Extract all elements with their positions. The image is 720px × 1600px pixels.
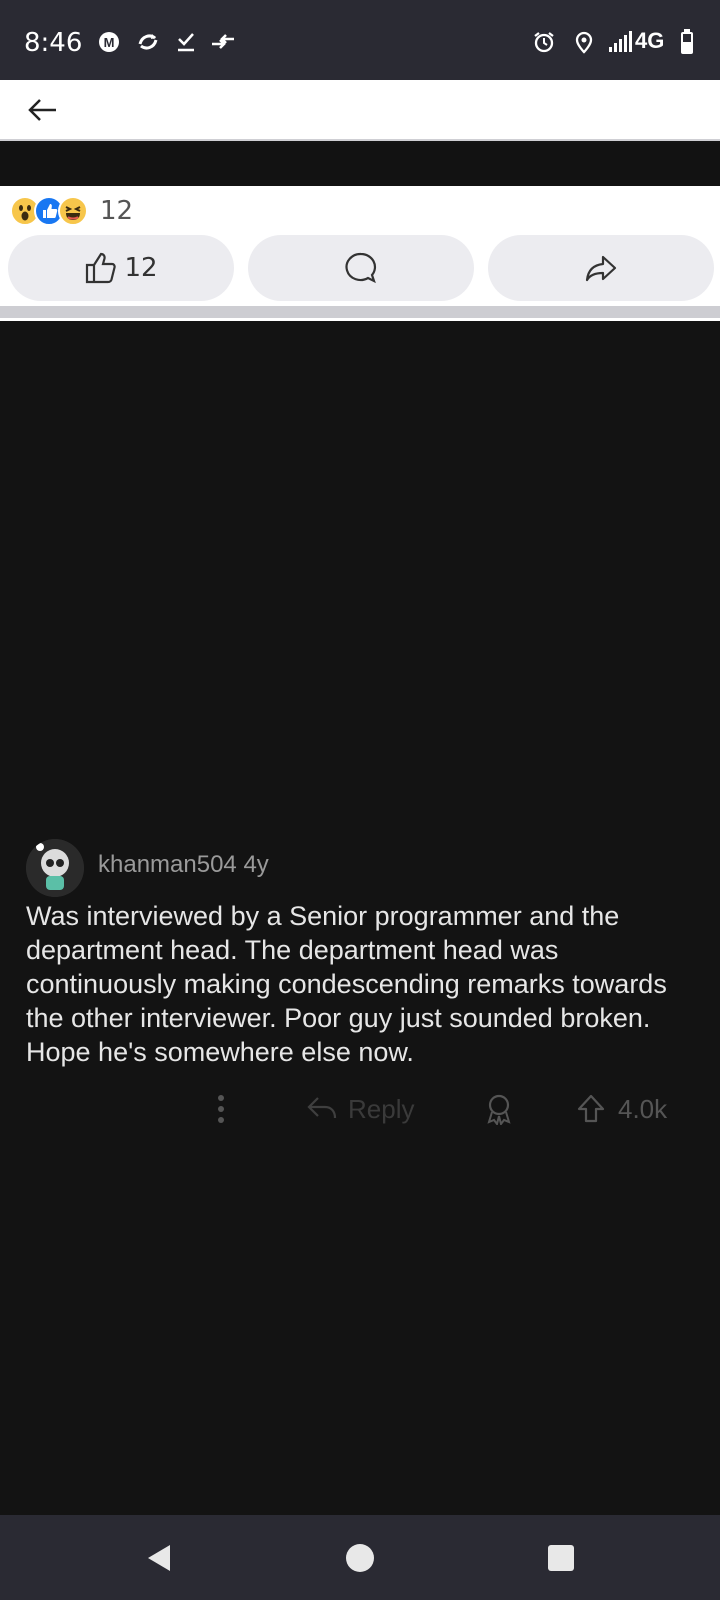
comment-age: 4y	[243, 851, 269, 878]
check-icon	[176, 30, 196, 54]
comment-button[interactable]	[248, 235, 474, 301]
like-icon	[86, 252, 117, 284]
upvote-count: 4.0k	[618, 1093, 668, 1124]
network-label: 4G	[635, 28, 665, 53]
comment-text: Was interviewed by a Senior programmer a…	[26, 901, 667, 1067]
transfer-icon	[210, 30, 236, 54]
battery-icon	[680, 29, 694, 54]
post-actions-area: 12 12	[0, 186, 720, 320]
signal-icon	[608, 30, 632, 54]
sync-icon	[136, 30, 160, 54]
share-icon	[585, 255, 617, 282]
upvote-icon	[577, 1094, 605, 1123]
section-divider	[0, 306, 720, 318]
svg-text:M: M	[104, 35, 115, 50]
nav-home-icon[interactable]	[343, 1541, 377, 1575]
comment-icon	[345, 252, 377, 284]
reply-icon	[307, 1097, 337, 1119]
system-nav-bar	[0, 1515, 720, 1600]
app-bar	[0, 80, 720, 141]
reaction-count: 12	[100, 196, 134, 226]
reactions-summary[interactable]: 12	[10, 194, 133, 228]
alarm-icon	[532, 30, 556, 54]
nav-recents-icon[interactable]	[544, 1541, 578, 1575]
award-icon[interactable]	[484, 1089, 514, 1129]
like-count: 12	[124, 253, 158, 283]
nav-back-icon[interactable]	[142, 1541, 176, 1575]
like-button[interactable]: 12	[8, 235, 234, 301]
back-arrow-icon[interactable]	[26, 95, 60, 125]
media-strip	[0, 143, 720, 186]
upvote-button[interactable]: 4.0k	[576, 1089, 667, 1129]
reply-label: Reply	[348, 1093, 415, 1124]
avatar[interactable]	[26, 839, 84, 897]
comment-image: khanman504 4y Was interviewed by a Senio…	[0, 321, 720, 1515]
m-icon: M	[98, 30, 120, 54]
haha-emoji-icon	[58, 196, 88, 226]
comment-meta: khanman504 4y	[98, 851, 269, 879]
comment-username[interactable]: khanman504	[98, 851, 237, 878]
status-time: 8:46	[24, 28, 83, 58]
location-icon	[574, 30, 594, 54]
share-button[interactable]	[488, 235, 714, 301]
more-options-icon[interactable]	[216, 1089, 226, 1129]
status-bar: 8:46 M 4G	[0, 0, 720, 80]
reply-button[interactable]: Reply	[306, 1089, 414, 1129]
